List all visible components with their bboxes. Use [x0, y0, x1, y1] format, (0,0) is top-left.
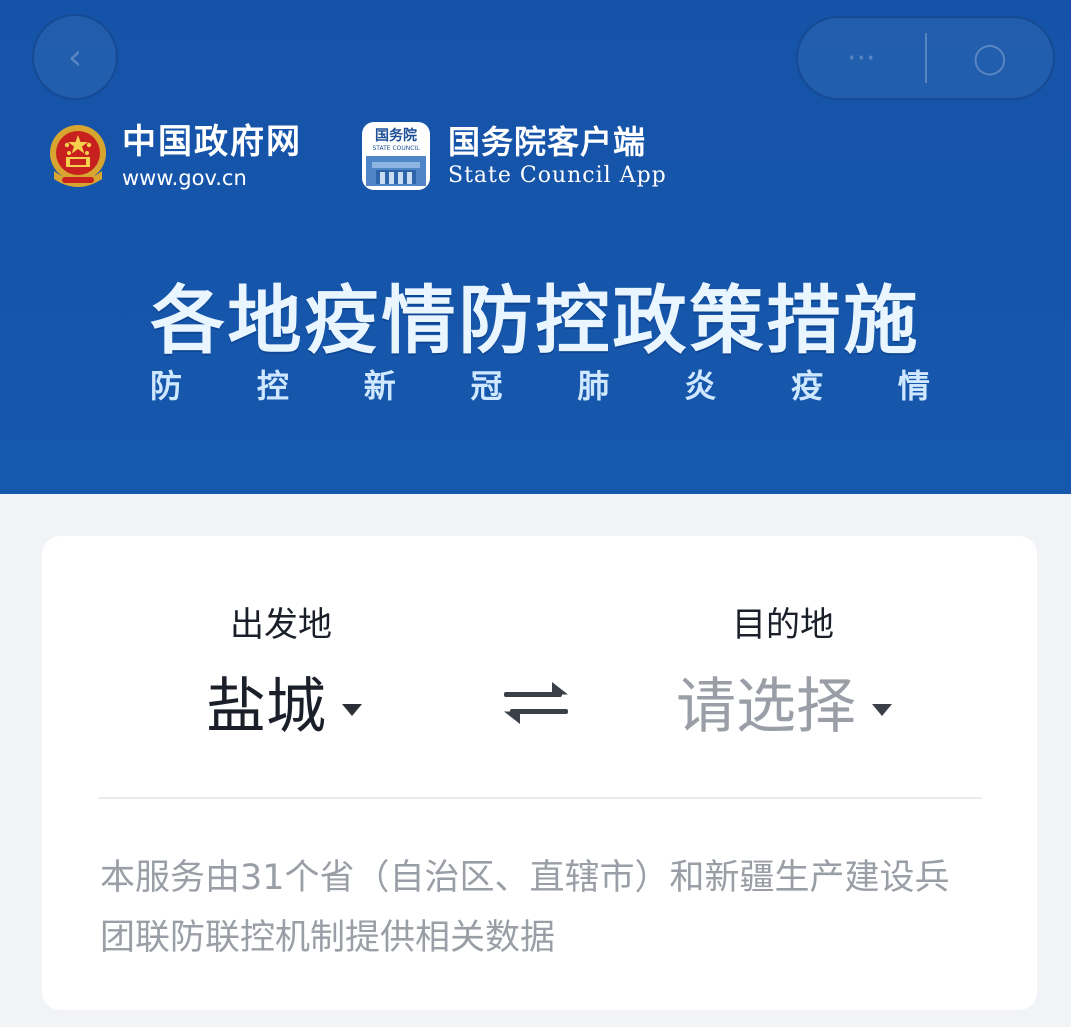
destination-selector[interactable]: 请选择	[676, 672, 892, 742]
back-icon: ‹	[67, 36, 83, 78]
page-subtitle: 防 控 新 冠 肺 炎 疫 情	[150, 364, 930, 408]
origin-label: 出发地	[230, 605, 332, 645]
subtitle-char: 新	[363, 367, 396, 405]
origin-value: 盐城	[206, 672, 326, 742]
subtitle-char: 疫	[791, 367, 824, 405]
swap-arrows-icon	[504, 682, 568, 724]
caret-down-icon	[872, 704, 892, 716]
back-button[interactable]: ‹	[32, 14, 118, 100]
subtitle-char: 控	[256, 367, 289, 405]
more-dots-icon: ···	[846, 40, 876, 76]
page-title: 各地疫情防控政策措施	[150, 278, 921, 364]
mini-program-capsule: ··· ◯	[796, 16, 1055, 100]
app-name: 国务院客户端	[448, 123, 647, 161]
gov-site-name: 中国政府网	[122, 122, 302, 162]
app-logo: 国务院 STATE COUNCIL 国务院客户端 State Council A…	[362, 122, 667, 190]
close-button[interactable]: ◯	[927, 18, 1054, 98]
caret-down-icon	[342, 704, 362, 716]
subtitle-char: 冠	[470, 367, 503, 405]
destination-placeholder: 请选择	[676, 672, 856, 742]
gov-logo: 中国政府网 www.gov.cn	[48, 122, 302, 192]
subtitle-char: 肺	[577, 367, 610, 405]
subtitle-char: 防	[150, 367, 183, 405]
close-circle-icon: ◯	[972, 40, 1007, 76]
subtitle-char: 情	[897, 367, 930, 405]
more-button[interactable]: ···	[798, 18, 925, 98]
swap-button[interactable]	[500, 680, 572, 726]
origin-selector[interactable]: 盐城	[206, 672, 362, 742]
data-source-notice: 本服务由31个省（自治区、直辖市）和新疆生产建设兵团联防联控机制提供相关数据	[100, 858, 950, 958]
subtitle-char: 炎	[684, 367, 717, 405]
header-banner: ‹ ··· ◯ 中国政府网 www.gov.cn 国务院 STATE COUNC…	[0, 0, 1071, 494]
national-emblem-icon	[48, 123, 108, 191]
state-council-app-icon: 国务院 STATE COUNCIL	[362, 122, 430, 190]
card-divider	[98, 797, 982, 799]
gov-site-url: www.gov.cn	[122, 166, 247, 190]
app-english-name: State Council App	[448, 163, 667, 188]
destination-label: 目的地	[732, 605, 834, 645]
